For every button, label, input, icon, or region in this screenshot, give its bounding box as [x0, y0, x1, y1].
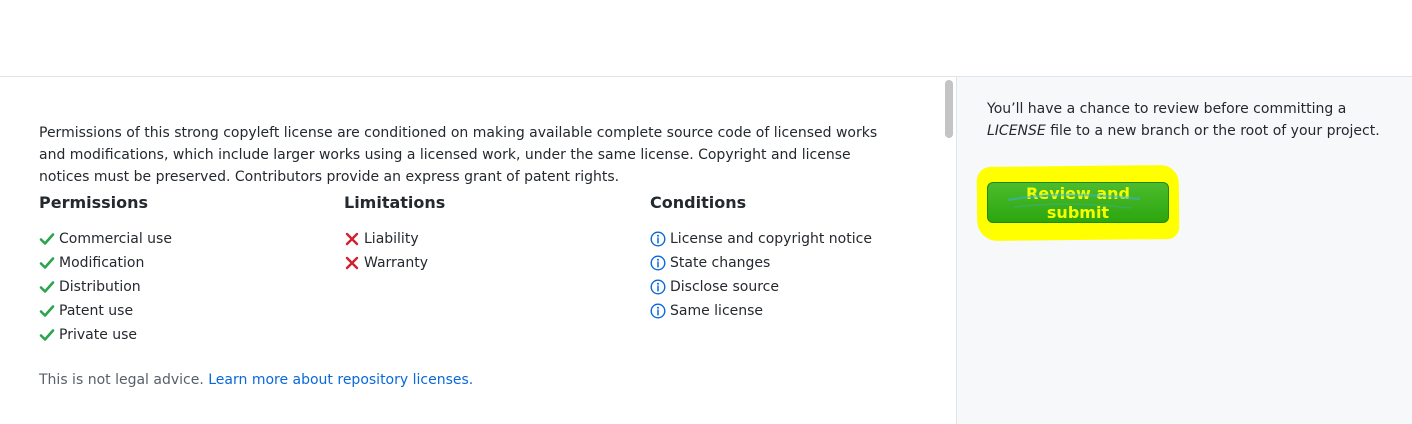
permissions-item: Modification: [39, 251, 319, 275]
permissions-item-label: Private use: [59, 327, 138, 343]
conditions-item: License and copyright notice: [650, 227, 930, 251]
legal-note-text: This is not legal advice.: [39, 372, 204, 388]
limitations-heading: Limitations: [344, 193, 446, 212]
check-icon: [39, 279, 55, 295]
check-icon: [39, 303, 55, 319]
permissions-list: Commercial use Modification Distribution Pa…: [39, 227, 319, 347]
conditions-heading: Conditions: [650, 193, 747, 212]
x-icon: [344, 231, 360, 247]
permissions-heading: Permissions: [39, 193, 149, 212]
conditions-item-label: License and copyright notice: [670, 231, 872, 247]
permissions-item: Distribution: [39, 275, 319, 299]
info-icon: [650, 279, 666, 295]
info-icon: [650, 303, 666, 319]
x-icon: [344, 255, 360, 271]
permissions-item: Private use: [39, 323, 319, 347]
info-icon: [650, 231, 666, 247]
review-info-text-before: You’ll have a chance to review before co…: [987, 101, 1347, 117]
check-icon: [39, 255, 55, 271]
permissions-item-label: Modification: [59, 255, 145, 271]
conditions-item: Disclose source: [650, 275, 930, 299]
review-info-text: You’ll have a chance to review before co…: [987, 98, 1407, 142]
limitations-column: Limitations Liability Warranty: [344, 192, 624, 275]
conditions-list: License and copyright notice State change…: [650, 227, 930, 323]
permissions-item-label: Commercial use: [59, 231, 172, 247]
limitations-item-label: Warranty: [364, 255, 429, 271]
repository-licenses-link[interactable]: Learn more about repository licenses.: [208, 372, 473, 388]
check-icon: [39, 231, 55, 247]
permissions-item-label: Patent use: [59, 303, 134, 319]
permissions-item: Patent use: [39, 299, 319, 323]
limitations-item: Warranty: [344, 251, 624, 275]
limitations-item-label: Liability: [364, 231, 419, 247]
top-header-area: [0, 0, 1412, 77]
license-description: Permissions of this strong copyleft lice…: [39, 125, 878, 185]
conditions-item-label: Disclose source: [670, 279, 779, 295]
limitations-item: Liability: [344, 227, 624, 251]
limitations-list: Liability Warranty: [344, 227, 624, 275]
conditions-item: State changes: [650, 251, 930, 275]
permissions-item: Commercial use: [39, 227, 319, 251]
license-filename: LICENSE: [987, 123, 1046, 139]
permissions-column: Permissions Commercial use Modification Di…: [39, 192, 319, 347]
scrollbar-thumb[interactable]: [945, 80, 953, 138]
review-and-submit-button[interactable]: Review and submit: [987, 182, 1169, 223]
legal-note: This is not legal advice. Learn more abo…: [39, 369, 473, 391]
review-info-text-after: file to a new branch or the root of your…: [1045, 123, 1380, 139]
conditions-item: Same license: [650, 299, 930, 323]
conditions-item-label: Same license: [670, 303, 764, 319]
info-icon: [650, 255, 666, 271]
check-icon: [39, 327, 55, 343]
permissions-item-label: Distribution: [59, 279, 141, 295]
conditions-column: Conditions License and copyright notice S…: [650, 192, 930, 323]
conditions-item-label: State changes: [670, 255, 771, 271]
